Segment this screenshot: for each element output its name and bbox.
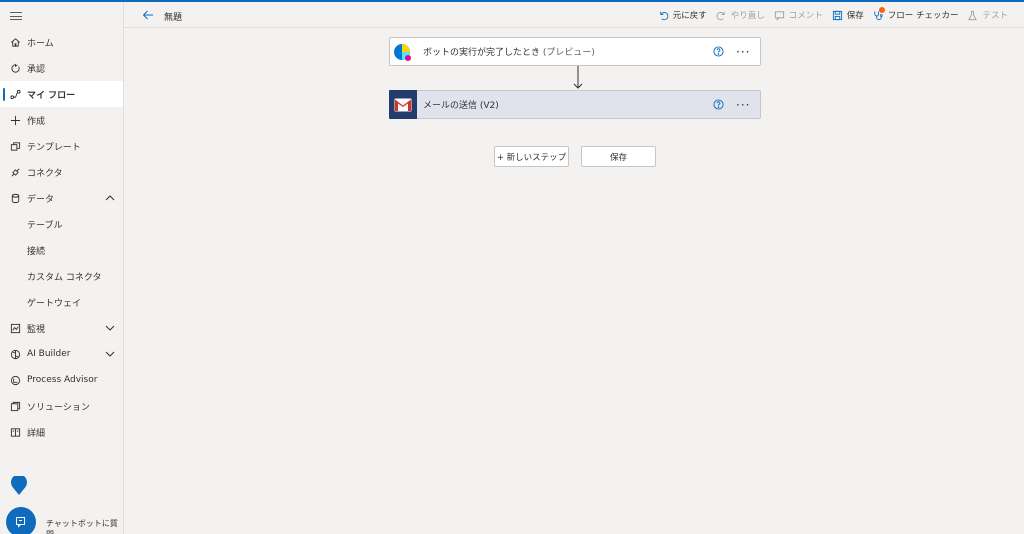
hamburger-menu-icon[interactable] (10, 10, 22, 22)
save-label: 保存 (846, 11, 864, 21)
save-icon (832, 10, 847, 21)
undo-button[interactable]: 元に戻す (658, 9, 707, 21)
trigger-title-text: ボットの実行が完了したとき (423, 48, 541, 58)
stethoscope-icon (873, 6, 888, 21)
flow-checker-label: フロー チェッカー (887, 11, 959, 21)
sidebar-item-label: 接続 (27, 246, 46, 257)
sidebar-item-label: 詳細 (27, 428, 46, 439)
test-button[interactable]: テスト (967, 9, 1008, 21)
sidebar-item-home[interactable]: ホーム (0, 29, 123, 55)
trigger-title-suffix: (プレビュー) (542, 48, 595, 58)
sidebar-item-connectors[interactable]: コネクタ (0, 159, 123, 185)
sidebar-item-monitor[interactable]: 監視 (0, 315, 123, 341)
sidebar-item-connections[interactable]: 接続 (0, 237, 123, 263)
chatbot-button[interactable] (6, 507, 36, 534)
sidebar-item-data[interactable]: データ (0, 185, 123, 211)
database-icon (10, 193, 21, 204)
comment-button[interactable]: コメント (774, 9, 823, 21)
redo-icon (716, 10, 731, 21)
comment-icon (774, 10, 789, 21)
save-toolbar-button[interactable]: 保存 (832, 9, 864, 21)
sidebar-item-label: ホーム (27, 38, 54, 49)
help-icon[interactable] (713, 99, 724, 110)
book-icon (10, 427, 21, 438)
sidebar-item-label: ゲートウェイ (27, 298, 82, 309)
redo-label: やり直し (730, 11, 765, 21)
sidebar-item-label: マイ フロー (27, 90, 76, 101)
gmail-icon (389, 90, 417, 119)
flask-icon (967, 10, 982, 21)
bot-trigger-icon (389, 37, 417, 66)
test-label: テスト (982, 11, 1008, 21)
sidebar-item-create[interactable]: 作成 (0, 107, 123, 133)
flow-icon (10, 89, 21, 100)
action-title: メールの送信 (V2) (423, 101, 499, 111)
connector-arrow (573, 66, 583, 90)
flow-checker-button[interactable]: フロー チェッカー (873, 6, 959, 21)
sidebar-item-label: 監視 (27, 324, 46, 335)
flow-canvas: ボットの実行が完了したとき (プレビュー) ··· メールの送信 (V2) ··… (124, 28, 1024, 534)
template-icon (10, 141, 21, 152)
location-pin-icon (9, 474, 29, 496)
home-icon (10, 37, 21, 48)
plus-icon (10, 115, 21, 126)
sidebar-item-label: Process Advisor (27, 375, 98, 385)
chatbot-label[interactable]: チャットボットに質問 (46, 518, 123, 534)
comment-label: コメント (788, 11, 823, 21)
back-arrow-icon[interactable] (142, 9, 154, 21)
sidebar-item-my-flows[interactable]: マイ フロー (0, 81, 123, 107)
undo-label: 元に戻す (672, 11, 707, 21)
sidebar-item-label: コネクタ (27, 168, 63, 179)
process-advisor-icon (10, 375, 21, 386)
sidebar-item-templates[interactable]: テンプレート (0, 133, 123, 159)
undo-icon (658, 10, 673, 21)
sidebar-item-label: 承認 (27, 64, 46, 75)
command-bar: 無題 元に戻す やり直し コメント 保存 フロー チェッカー テスト (124, 2, 1024, 28)
solution-icon (10, 401, 21, 412)
sidebar-nav: ホーム 承認 マイ フロー 作成 テンプレート コネクタ データ テーブル 接続… (0, 29, 123, 445)
sidebar-item-tables[interactable]: テーブル (0, 211, 123, 237)
monitor-icon (10, 323, 21, 334)
sidebar-item-ai-builder[interactable]: AI Builder (0, 341, 123, 367)
more-options-icon[interactable]: ··· (736, 99, 752, 111)
sidebar: ホーム 承認 マイ フロー 作成 テンプレート コネクタ データ テーブル 接続… (0, 2, 124, 534)
more-options-icon[interactable]: ··· (736, 46, 752, 58)
sidebar-item-label: AI Builder (27, 349, 71, 359)
sidebar-item-solutions[interactable]: ソリューション (0, 393, 123, 419)
chat-icon (15, 516, 27, 528)
sidebar-item-label: テンプレート (27, 142, 81, 153)
flow-title[interactable]: 無題 (164, 10, 182, 23)
sidebar-item-label: カスタム コネクタ (27, 272, 102, 283)
save-button[interactable]: 保存 (581, 146, 656, 167)
chevron-down-icon[interactable] (105, 323, 115, 333)
new-step-button[interactable]: + 新しいステップ (494, 146, 569, 167)
sidebar-item-learn[interactable]: 詳細 (0, 419, 123, 445)
trigger-title: ボットの実行が完了したとき (プレビュー) (423, 45, 713, 58)
chevron-down-icon[interactable] (105, 349, 115, 359)
redo-button[interactable]: やり直し (716, 9, 765, 21)
sidebar-item-label: テーブル (27, 220, 63, 231)
help-icon[interactable] (713, 46, 724, 57)
sidebar-item-process-advisor[interactable]: Process Advisor (0, 367, 123, 393)
action-card[interactable]: メールの送信 (V2) ··· (389, 90, 761, 119)
chevron-up-icon[interactable] (105, 193, 115, 203)
approval-icon (10, 63, 21, 74)
sidebar-item-label: 作成 (27, 116, 46, 127)
trigger-card[interactable]: ボットの実行が完了したとき (プレビュー) ··· (389, 37, 761, 66)
connector-icon (10, 167, 21, 178)
ai-builder-icon (10, 349, 21, 360)
toolbar: 元に戻す やり直し コメント 保存 フロー チェッカー テスト (658, 2, 1008, 28)
sidebar-item-approvals[interactable]: 承認 (0, 55, 123, 81)
sidebar-item-custom-connectors[interactable]: カスタム コネクタ (0, 263, 123, 289)
sidebar-item-gateways[interactable]: ゲートウェイ (0, 289, 123, 315)
sidebar-item-label: データ (27, 194, 55, 205)
sidebar-item-label: ソリューション (27, 402, 90, 413)
